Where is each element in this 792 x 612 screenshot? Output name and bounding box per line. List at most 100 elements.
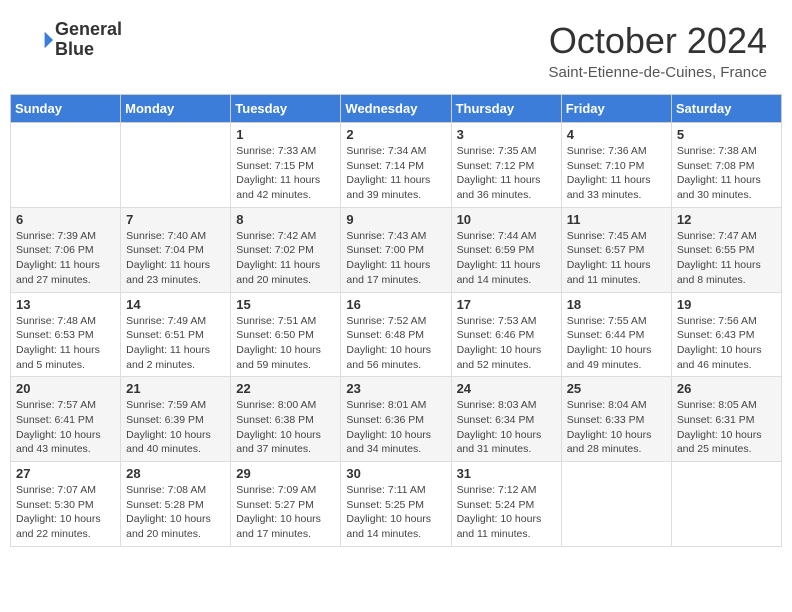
day-number: 31: [457, 466, 556, 481]
calendar-cell: 25 Sunrise: 8:04 AM Sunset: 6:33 PM Dayli…: [561, 377, 671, 462]
day-info: Sunrise: 7:07 AM Sunset: 5:30 PM Dayligh…: [16, 483, 115, 542]
day-info: Sunrise: 8:03 AM Sunset: 6:34 PM Dayligh…: [457, 398, 556, 457]
day-info: Sunrise: 7:43 AM Sunset: 7:00 PM Dayligh…: [346, 229, 445, 288]
calendar-cell: 19 Sunrise: 7:56 AM Sunset: 6:43 PM Dayli…: [671, 292, 781, 377]
day-info: Sunrise: 7:47 AM Sunset: 6:55 PM Dayligh…: [677, 229, 776, 288]
day-number: 20: [16, 381, 115, 396]
calendar-cell: [11, 123, 121, 208]
day-info: Sunrise: 7:42 AM Sunset: 7:02 PM Dayligh…: [236, 229, 335, 288]
day-info: Sunrise: 7:59 AM Sunset: 6:39 PM Dayligh…: [126, 398, 225, 457]
day-number: 19: [677, 297, 776, 312]
calendar-cell: 29 Sunrise: 7:09 AM Sunset: 5:27 PM Dayli…: [231, 462, 341, 547]
calendar-cell: 3 Sunrise: 7:35 AM Sunset: 7:12 PM Daylig…: [451, 123, 561, 208]
weekday-header-sunday: Sunday: [11, 95, 121, 123]
day-info: Sunrise: 7:45 AM Sunset: 6:57 PM Dayligh…: [567, 229, 666, 288]
calendar-cell: 17 Sunrise: 7:53 AM Sunset: 6:46 PM Dayli…: [451, 292, 561, 377]
day-number: 8: [236, 212, 335, 227]
calendar-cell: 13Sunrise: 7:48 AM Sunset: 6:53 PM Dayli…: [11, 292, 121, 377]
month-title: October 2024: [549, 20, 767, 62]
calendar-cell: 1Sunrise: 7:33 AM Sunset: 7:15 PM Daylig…: [231, 123, 341, 208]
day-info: Sunrise: 7:53 AM Sunset: 6:46 PM Dayligh…: [457, 314, 556, 373]
day-number: 16: [346, 297, 445, 312]
calendar-cell: 8 Sunrise: 7:42 AM Sunset: 7:02 PM Daylig…: [231, 207, 341, 292]
calendar-cell: 4 Sunrise: 7:36 AM Sunset: 7:10 PM Daylig…: [561, 123, 671, 208]
calendar-cell: 23Sunrise: 8:01 AM Sunset: 6:36 PM Dayli…: [341, 377, 451, 462]
day-info: Sunrise: 7:09 AM Sunset: 5:27 PM Dayligh…: [236, 483, 335, 542]
day-number: 30: [346, 466, 445, 481]
day-info: Sunrise: 7:38 AM Sunset: 7:08 PM Dayligh…: [677, 144, 776, 203]
day-info: Sunrise: 7:57 AM Sunset: 6:41 PM Dayligh…: [16, 398, 115, 457]
day-number: 13: [16, 297, 115, 312]
calendar-cell: 15 Sunrise: 7:51 AM Sunset: 6:50 PM Dayli…: [231, 292, 341, 377]
day-number: 18: [567, 297, 666, 312]
day-info: Sunrise: 7:51 AM Sunset: 6:50 PM Dayligh…: [236, 314, 335, 373]
logo-line1: General: [55, 20, 122, 40]
calendar-cell: 12Sunrise: 7:47 AM Sunset: 6:55 PM Dayli…: [671, 207, 781, 292]
day-number: 23: [346, 381, 445, 396]
location: Saint-Etienne-de-Cuines, France: [549, 64, 767, 81]
day-info: Sunrise: 7:56 AM Sunset: 6:43 PM Dayligh…: [677, 314, 776, 373]
day-number: 10: [457, 212, 556, 227]
day-number: 22: [236, 381, 335, 396]
day-info: Sunrise: 7:40 AM Sunset: 7:04 PM Dayligh…: [126, 229, 225, 288]
day-info: Sunrise: 7:39 AM Sunset: 7:06 PM Dayligh…: [16, 229, 115, 288]
day-info: Sunrise: 8:04 AM Sunset: 6:33 PM Dayligh…: [567, 398, 666, 457]
weekday-header-tuesday: Tuesday: [231, 95, 341, 123]
calendar-cell: 28Sunrise: 7:08 AM Sunset: 5:28 PM Dayli…: [121, 462, 231, 547]
logo: General Blue: [25, 20, 122, 60]
day-number: 6: [16, 212, 115, 227]
calendar-cell: 7 Sunrise: 7:40 AM Sunset: 7:04 PM Daylig…: [121, 207, 231, 292]
calendar-cell: 31 Sunrise: 7:12 AM Sunset: 5:24 PM Dayli…: [451, 462, 561, 547]
calendar-week-4: 20 Sunrise: 7:57 AM Sunset: 6:41 PM Dayli…: [11, 377, 782, 462]
calendar-week-3: 13Sunrise: 7:48 AM Sunset: 6:53 PM Dayli…: [11, 292, 782, 377]
day-number: 4: [567, 127, 666, 142]
page-header: General Blue October 2024 Saint-Etienne-…: [10, 10, 782, 86]
calendar-cell: 5 Sunrise: 7:38 AM Sunset: 7:08 PM Daylig…: [671, 123, 781, 208]
day-info: Sunrise: 7:52 AM Sunset: 6:48 PM Dayligh…: [346, 314, 445, 373]
weekday-header-thursday: Thursday: [451, 95, 561, 123]
day-number: 29: [236, 466, 335, 481]
weekday-header-wednesday: Wednesday: [341, 95, 451, 123]
calendar-cell: 14Sunrise: 7:49 AM Sunset: 6:51 PM Dayli…: [121, 292, 231, 377]
day-number: 5: [677, 127, 776, 142]
day-info: Sunrise: 8:05 AM Sunset: 6:31 PM Dayligh…: [677, 398, 776, 457]
day-number: 3: [457, 127, 556, 142]
calendar-week-2: 6 Sunrise: 7:39 AM Sunset: 7:06 PM Daylig…: [11, 207, 782, 292]
day-info: Sunrise: 7:12 AM Sunset: 5:24 PM Dayligh…: [457, 483, 556, 542]
calendar-cell: 9 Sunrise: 7:43 AM Sunset: 7:00 PM Daylig…: [341, 207, 451, 292]
day-info: Sunrise: 7:55 AM Sunset: 6:44 PM Dayligh…: [567, 314, 666, 373]
day-number: 25: [567, 381, 666, 396]
calendar-cell: 10 Sunrise: 7:44 AM Sunset: 6:59 PM Dayli…: [451, 207, 561, 292]
calendar-cell: 2Sunrise: 7:34 AM Sunset: 7:14 PM Daylig…: [341, 123, 451, 208]
calendar-cell: 20 Sunrise: 7:57 AM Sunset: 6:41 PM Dayli…: [11, 377, 121, 462]
day-info: Sunrise: 7:36 AM Sunset: 7:10 PM Dayligh…: [567, 144, 666, 203]
day-info: Sunrise: 7:11 AM Sunset: 5:25 PM Dayligh…: [346, 483, 445, 542]
weekday-header-saturday: Saturday: [671, 95, 781, 123]
day-number: 27: [16, 466, 115, 481]
calendar-cell: 16 Sunrise: 7:52 AM Sunset: 6:48 PM Dayli…: [341, 292, 451, 377]
day-number: 11: [567, 212, 666, 227]
calendar-cell: [121, 123, 231, 208]
day-number: 17: [457, 297, 556, 312]
calendar-cell: 11 Sunrise: 7:45 AM Sunset: 6:57 PM Dayli…: [561, 207, 671, 292]
day-number: 7: [126, 212, 225, 227]
calendar-cell: 22 Sunrise: 8:00 AM Sunset: 6:38 PM Dayli…: [231, 377, 341, 462]
calendar-cell: [671, 462, 781, 547]
calendar-week-1: 1Sunrise: 7:33 AM Sunset: 7:15 PM Daylig…: [11, 123, 782, 208]
day-info: Sunrise: 7:44 AM Sunset: 6:59 PM Dayligh…: [457, 229, 556, 288]
day-info: Sunrise: 7:35 AM Sunset: 7:12 PM Dayligh…: [457, 144, 556, 203]
day-number: 15: [236, 297, 335, 312]
day-info: Sunrise: 8:00 AM Sunset: 6:38 PM Dayligh…: [236, 398, 335, 457]
logo-icon: [25, 26, 53, 54]
day-number: 2: [346, 127, 445, 142]
calendar-cell: 21Sunrise: 7:59 AM Sunset: 6:39 PM Dayli…: [121, 377, 231, 462]
day-info: Sunrise: 7:33 AM Sunset: 7:15 PM Dayligh…: [236, 144, 335, 203]
day-info: Sunrise: 7:08 AM Sunset: 5:28 PM Dayligh…: [126, 483, 225, 542]
weekday-header-friday: Friday: [561, 95, 671, 123]
weekday-header-monday: Monday: [121, 95, 231, 123]
calendar-table: SundayMondayTuesdayWednesdayThursdayFrid…: [10, 94, 782, 547]
day-number: 9: [346, 212, 445, 227]
calendar-cell: 6 Sunrise: 7:39 AM Sunset: 7:06 PM Daylig…: [11, 207, 121, 292]
calendar-cell: 30 Sunrise: 7:11 AM Sunset: 5:25 PM Dayli…: [341, 462, 451, 547]
title-block: October 2024 Saint-Etienne-de-Cuines, Fr…: [549, 20, 767, 81]
